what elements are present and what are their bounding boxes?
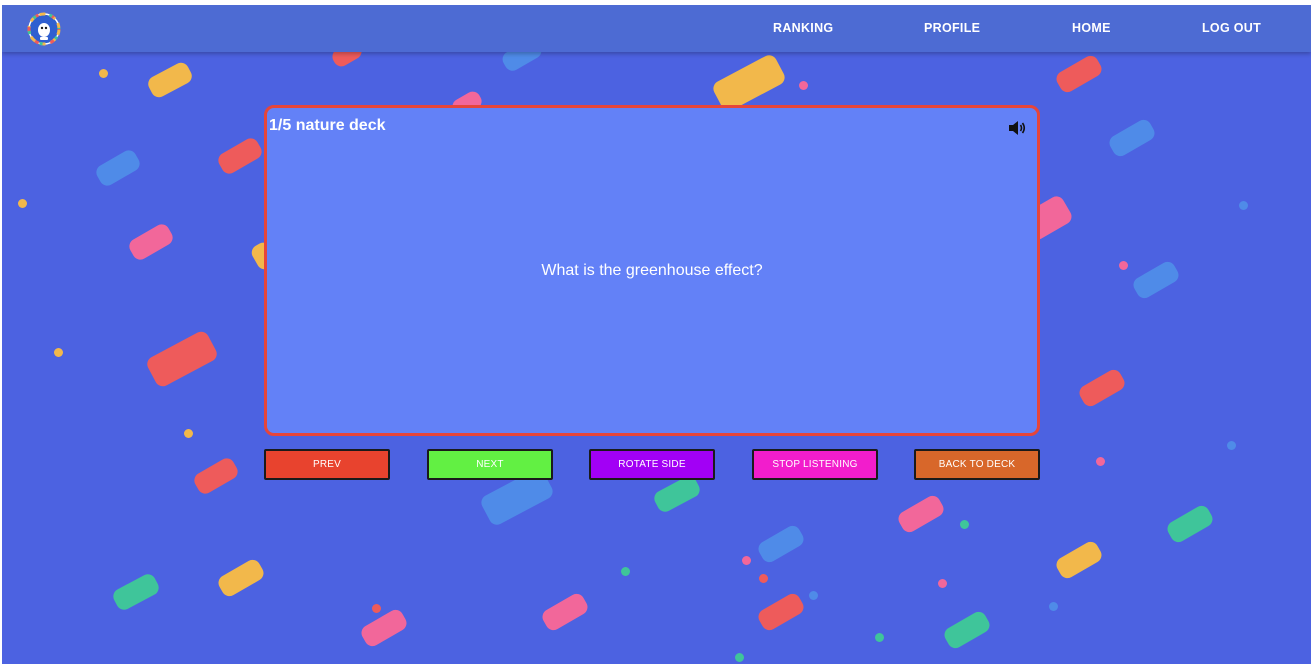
confetti-dot bbox=[621, 567, 630, 576]
confetti-dot bbox=[735, 653, 744, 662]
confetti-dot bbox=[372, 604, 381, 613]
back-to-deck-button[interactable]: BACK TO DECK bbox=[914, 449, 1040, 480]
card-question-text: What is the greenhouse effect? bbox=[541, 262, 763, 279]
page-background: RANKING PROFILE HOME LOG OUT 1/5 nature … bbox=[2, 5, 1311, 664]
confetti-piece bbox=[941, 608, 993, 652]
card-title: 1/5 nature deck bbox=[269, 117, 386, 134]
confetti-dot bbox=[1119, 261, 1128, 270]
avatar-badge-icon[interactable] bbox=[26, 11, 62, 47]
next-button[interactable]: NEXT bbox=[427, 449, 553, 480]
confetti-piece bbox=[1053, 538, 1105, 582]
speaker-icon[interactable] bbox=[1007, 119, 1027, 137]
confetti-piece bbox=[1053, 52, 1105, 96]
nav-home[interactable]: HOME bbox=[1072, 21, 1111, 35]
confetti-dot bbox=[99, 69, 108, 78]
confetti-piece bbox=[755, 522, 807, 566]
nav-log-out[interactable]: LOG OUT bbox=[1202, 21, 1261, 35]
confetti-piece bbox=[191, 455, 241, 497]
confetti-dot bbox=[1227, 441, 1236, 450]
confetti-piece bbox=[539, 590, 591, 634]
confetti-dot bbox=[1239, 201, 1248, 210]
confetti-dot bbox=[184, 429, 193, 438]
confetti-dot bbox=[18, 199, 27, 208]
confetti-piece bbox=[215, 135, 265, 177]
confetti-dot bbox=[742, 556, 751, 565]
confetti-piece bbox=[126, 221, 176, 263]
top-navbar: RANKING PROFILE HOME LOG OUT bbox=[2, 5, 1311, 52]
confetti-dot bbox=[809, 591, 818, 600]
prev-button[interactable]: PREV bbox=[264, 449, 390, 480]
confetti-dot bbox=[960, 520, 969, 529]
confetti-piece bbox=[1130, 258, 1182, 302]
confetti-dot bbox=[1049, 602, 1058, 611]
confetti-piece bbox=[93, 147, 143, 189]
nav-profile[interactable]: PROFILE bbox=[924, 21, 980, 35]
confetti-piece bbox=[755, 590, 807, 634]
confetti-piece bbox=[144, 328, 220, 390]
confetti-dot bbox=[938, 579, 947, 588]
rotate-side-button[interactable]: ROTATE SIDE bbox=[589, 449, 715, 480]
stop-listening-button[interactable]: STOP LISTENING bbox=[752, 449, 878, 480]
confetti-dot bbox=[1096, 457, 1105, 466]
confetti-piece bbox=[110, 571, 162, 613]
confetti-piece bbox=[1106, 116, 1158, 160]
confetti-piece bbox=[1164, 502, 1216, 546]
confetti-dot bbox=[875, 633, 884, 642]
flashcard[interactable]: 1/5 nature deck What is the greenhouse e… bbox=[264, 105, 1040, 436]
confetti-piece bbox=[1076, 366, 1128, 410]
confetti-piece bbox=[895, 492, 947, 536]
confetti-piece bbox=[358, 606, 410, 650]
confetti-dot bbox=[759, 574, 768, 583]
confetti-dot bbox=[799, 81, 808, 90]
nav-ranking[interactable]: RANKING bbox=[773, 21, 833, 35]
confetti-dot bbox=[54, 348, 63, 357]
confetti-piece bbox=[215, 556, 267, 600]
confetti-piece bbox=[145, 59, 195, 101]
